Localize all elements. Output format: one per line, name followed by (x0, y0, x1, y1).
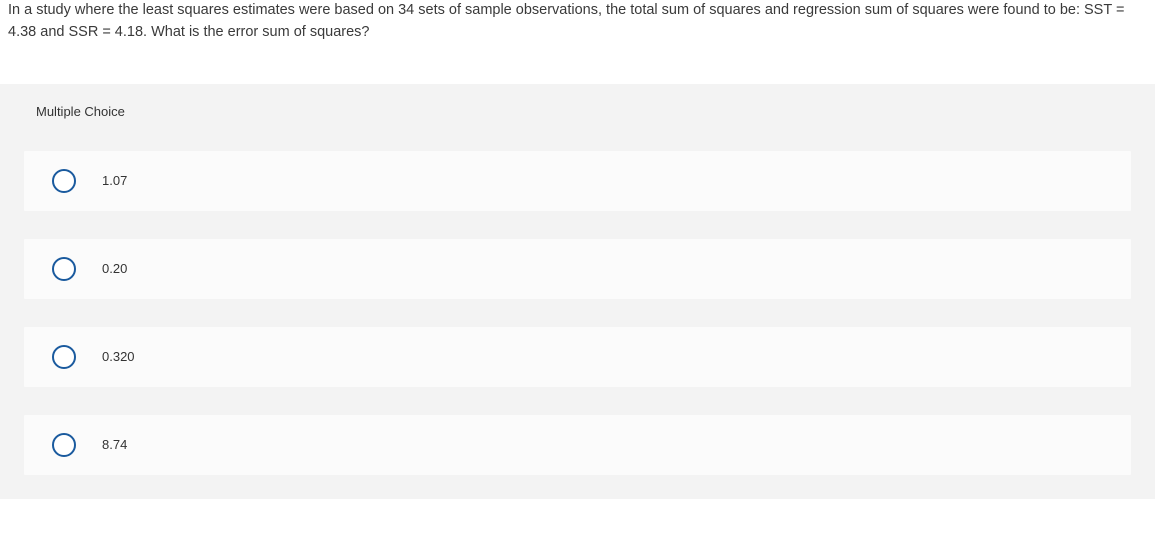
choice-label: 8.74 (102, 437, 127, 452)
radio-icon (52, 345, 76, 369)
question-text: In a study where the least squares estim… (0, 0, 1155, 54)
section-label: Multiple Choice (0, 84, 1155, 139)
multiple-choice-container: Multiple Choice 1.07 0.20 0.320 8.74 (0, 84, 1155, 499)
radio-icon (52, 257, 76, 281)
choice-label: 1.07 (102, 173, 127, 188)
choices-list: 1.07 0.20 0.320 8.74 (0, 139, 1155, 499)
choice-option[interactable]: 8.74 (24, 415, 1131, 475)
choice-label: 0.20 (102, 261, 127, 276)
radio-icon (52, 169, 76, 193)
radio-icon (52, 433, 76, 457)
choice-option[interactable]: 0.320 (24, 327, 1131, 387)
choice-label: 0.320 (102, 349, 135, 364)
choice-option[interactable]: 0.20 (24, 239, 1131, 299)
choice-option[interactable]: 1.07 (24, 151, 1131, 211)
